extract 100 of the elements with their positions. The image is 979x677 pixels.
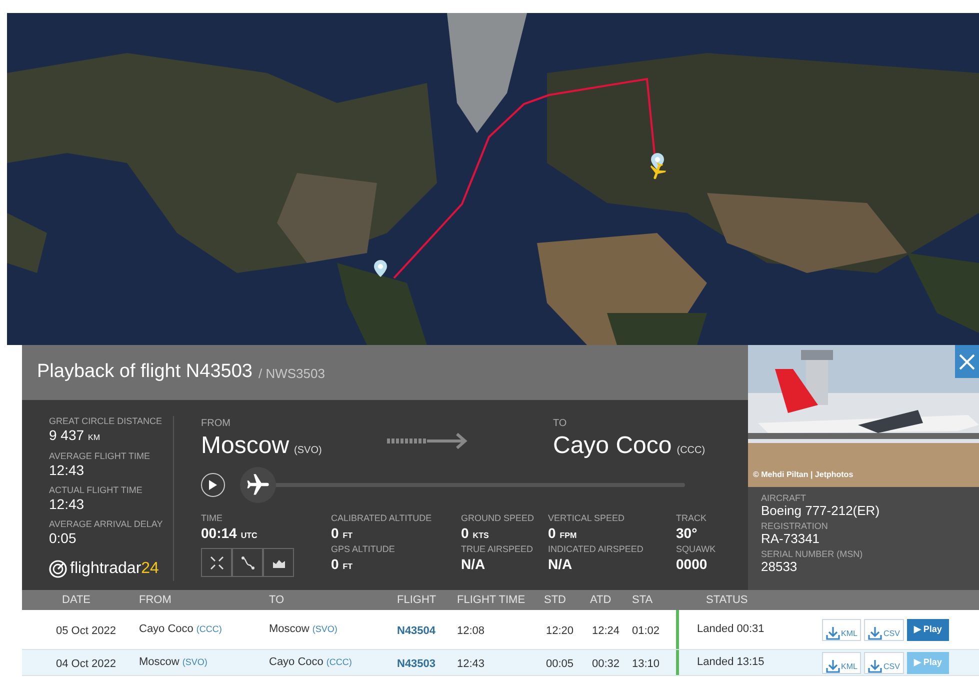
download-icon [868, 658, 882, 672]
sta-cell: 01:02 [632, 624, 660, 636]
route-button[interactable] [232, 548, 263, 577]
stat-value: 12:43 [49, 462, 84, 478]
stat-label: AVERAGE ARRIVAL DELAY [49, 519, 164, 530]
reading-label: TRUE AIRSPEED [461, 544, 534, 555]
csv-download-button[interactable]: CSV [864, 618, 904, 640]
close-button[interactable] [955, 345, 979, 378]
date-cell: 05 Oct 2022 [56, 624, 116, 636]
column-header: STA [632, 594, 653, 606]
reading-value: 0000 [676, 555, 708, 573]
reading-unit: FT [342, 530, 353, 542]
field-label: SERIAL NUMBER (MSN) [761, 549, 864, 559]
column-header: TO [269, 594, 284, 606]
stat-label: ACTUAL FLIGHT TIME [49, 485, 144, 496]
atd-cell: 12:24 [592, 624, 620, 636]
download-icon [826, 658, 840, 672]
flight-time-cell: 12:43 [457, 658, 485, 670]
playback-thumb[interactable] [240, 467, 276, 503]
stat-value: 0:05 [49, 530, 76, 546]
atd-cell: 00:32 [592, 658, 620, 670]
reading-value: N/A [461, 555, 486, 573]
reading-value: N/A [548, 555, 572, 573]
reading-label: GPS ALTITUDE [331, 544, 396, 555]
close-icon [959, 354, 975, 370]
from-label: FROM [201, 417, 232, 431]
reading-label: VERTICAL SPEED [548, 513, 626, 524]
radar-logo-icon [49, 560, 67, 578]
std-cell: 12:20 [546, 624, 574, 636]
logo-text: flightradar24 [70, 559, 159, 579]
column-header: FLIGHT TIME [457, 594, 526, 606]
airport-code: (CCC) [326, 656, 352, 670]
play-button[interactable] [201, 473, 225, 497]
arrow-icon [387, 433, 469, 449]
field-value: Boeing 777-212(ER) [761, 503, 881, 518]
reading-unit: UTC [240, 530, 258, 542]
flight-link[interactable]: N43504 [397, 624, 436, 636]
field-value: RA-73341 [761, 531, 821, 546]
stat-label: GREAT CIRCLE DISTANCE [49, 416, 164, 427]
reading-label: TIME [201, 513, 224, 524]
chart-button[interactable] [263, 548, 294, 577]
reading-value: 0 [331, 555, 339, 573]
date-cell: 04 Oct 2022 [56, 658, 116, 670]
table-row[interactable]: 04 Oct 2022 Moscow (SVO) Cayo Coco (CCC) N43503 12:43 00:05 00:32 13:10 Landed 13:15 KML CSV ▶ Play [22, 650, 979, 676]
reading-label: INDICATED AIRSPEED [548, 544, 644, 555]
arrows-inward-icon [208, 554, 224, 570]
reading-value: 0 [331, 524, 339, 542]
airplane-icon [245, 472, 271, 498]
airport-city: Moscow [139, 655, 180, 670]
airport-city: Cayo Coco [139, 622, 194, 638]
reading-unit: FT [342, 561, 353, 573]
field-label: REGISTRATION [761, 521, 829, 531]
compress-button[interactable] [201, 548, 232, 577]
stat-value: 12:43 [49, 496, 84, 512]
reading-value: 00:14 [201, 524, 237, 542]
reading-value: 0 [461, 524, 469, 542]
photo-credit: © Mehdi Piltan | Jetphotos [753, 469, 854, 481]
field-label: AIRCRAFT [761, 493, 807, 503]
column-header: ATD [590, 594, 612, 606]
airport-code: (SVO) [312, 623, 338, 636]
airport-code: (SVO) [182, 656, 208, 670]
playback-track[interactable] [240, 467, 685, 503]
reading-label: TRACK [676, 513, 708, 524]
status-cell-text: Landed 13:15 [697, 655, 764, 670]
download-icon [826, 626, 840, 640]
stat-value: 9 437 [49, 427, 84, 443]
destination-city: Cayo Coco [553, 431, 672, 461]
column-header: DATE [62, 594, 91, 606]
download-icon [868, 626, 882, 640]
table-row[interactable]: 05 Oct 2022 Cayo Coco (CCC) Moscow (SVO) N43504 12:08 12:20 12:24 01:02 Landed 00:31 KML CSV ▶ Play [22, 610, 979, 650]
sta-cell: 13:10 [632, 658, 660, 670]
reading-label: GROUND SPEED [461, 513, 536, 524]
to-label: TO [553, 417, 568, 431]
stat-unit: KM [88, 432, 100, 444]
reading-label: CALIBRATED ALTITUDE [331, 513, 433, 524]
column-header: STATUS [706, 594, 748, 606]
play-icon [209, 480, 217, 490]
airport-city: Moscow [269, 622, 310, 638]
reading-unit: KTS [472, 530, 489, 542]
column-header: FROM [139, 594, 172, 606]
csv-download-button[interactable]: CSV [864, 652, 904, 674]
column-header: STD [544, 594, 566, 606]
kml-download-button[interactable]: KML [822, 652, 862, 674]
origin-city: Moscow [201, 431, 290, 461]
flight-link[interactable]: N43503 [397, 658, 436, 670]
column-header: FLIGHT [397, 594, 436, 606]
panel-title: Playback of flight N43503 [37, 360, 252, 384]
flight-time-cell: 12:08 [457, 624, 485, 636]
std-cell: 00:05 [546, 658, 574, 670]
airport-city: Cayo Coco [269, 655, 324, 670]
reading-unit: FPM [560, 530, 577, 542]
reading-value: 30° [676, 524, 698, 542]
kml-download-button[interactable]: KML [822, 618, 862, 640]
play-button[interactable]: ▶ Play [906, 618, 949, 640]
reading-value: 0 [548, 524, 556, 542]
airport-code: (CCC) [196, 623, 222, 636]
field-value: 28533 [761, 559, 798, 574]
status-cell-text: Landed 00:31 [697, 622, 764, 638]
origin-code: (SVO) [294, 444, 322, 458]
path-icon [240, 554, 256, 570]
